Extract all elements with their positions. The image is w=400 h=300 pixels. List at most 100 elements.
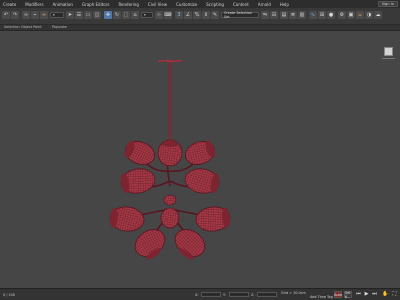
viewcube-compass[interactable]: [382, 55, 395, 59]
menu-civil-view[interactable]: Civil View: [148, 2, 167, 7]
shade-middle-right: [184, 168, 220, 194]
select-and-rotate-button[interactable]: ↻: [113, 11, 121, 19]
sign-in-label: Sign In: [381, 2, 394, 6]
select-and-place-icon: ⌂: [133, 11, 137, 18]
unlink-icon: ⌁: [33, 11, 37, 18]
set-key-label: Set K.: [345, 290, 351, 299]
menu-customize[interactable]: Customize: [176, 2, 197, 7]
render-iterative-icon: ◑: [366, 11, 372, 18]
select-and-scale-button[interactable]: ⬚: [122, 11, 130, 19]
ribbon-tab-selection[interactable]: Selection: [4, 25, 20, 29]
go-to-end-button[interactable]: ⏭: [371, 291, 378, 298]
pivot-button[interactable]: ⊹: [155, 11, 163, 19]
percent-snap-button[interactable]: %: [193, 11, 201, 19]
shade-lower-right: [195, 206, 231, 232]
align-button[interactable]: ⊟: [270, 11, 278, 19]
unlink-button[interactable]: ⌁: [31, 11, 39, 19]
ceiling-canopy: [158, 60, 182, 62]
maximize-viewport-button[interactable]: ⛶: [391, 291, 398, 298]
selection-set-label: Create Selection Set: [224, 11, 252, 19]
named-selection-sets-button[interactable]: ✎: [211, 11, 219, 19]
maximize-viewport-icon: ⛶: [392, 291, 397, 297]
menu-arnold[interactable]: Arnold: [258, 2, 271, 7]
go-to-end-icon: ⏭: [372, 291, 377, 297]
perspective-viewport[interactable]: [0, 31, 400, 288]
spinner-snap-button[interactable]: ⇕: [202, 11, 210, 19]
curve-editor-button[interactable]: ∿: [309, 11, 317, 19]
sign-in-button[interactable]: Sign In: [377, 1, 398, 7]
render-production-icon: ☕: [357, 11, 363, 18]
keyboard-shortcut-override-button[interactable]: ⌨: [164, 11, 172, 19]
window-crossing-button[interactable]: ◫: [93, 11, 101, 19]
menu-content[interactable]: Content: [233, 2, 249, 7]
material-editor-button[interactable]: ●: [327, 11, 335, 19]
select-and-move-button[interactable]: ✥: [104, 11, 112, 19]
coord-y-label: Y:: [223, 293, 226, 297]
rectangular-selection-button[interactable]: ▭: [84, 11, 92, 19]
select-by-name-icon: ☰: [76, 11, 82, 18]
coord-z-field[interactable]: [257, 292, 277, 297]
coord-y-field[interactable]: [229, 292, 249, 297]
select-by-name-button[interactable]: ☰: [75, 11, 83, 19]
menu-modifiers[interactable]: Modifiers: [25, 2, 43, 7]
mirror-button[interactable]: ⇋: [261, 11, 269, 19]
select-and-place-button[interactable]: ⌂: [131, 11, 139, 19]
rectangular-selection-icon: ▭: [85, 11, 91, 18]
window-crossing-icon: ◫: [94, 11, 100, 18]
schematic-view-button[interactable]: ⊞: [318, 11, 326, 19]
auto-key-button[interactable]: Auto: [334, 291, 342, 298]
add-time-tag[interactable]: Add Time Tag: [310, 295, 333, 299]
menu-rendering[interactable]: Rendering: [118, 2, 138, 7]
toggle-ribbon-button[interactable]: ▥: [298, 11, 306, 19]
render-production-button[interactable]: ☕: [356, 11, 364, 19]
render-iterative-button[interactable]: ◑: [365, 11, 373, 19]
select-object-button[interactable]: ➤: [66, 11, 74, 19]
render-in-cloud-button[interactable]: ☁: [374, 11, 382, 19]
angle-snap-button[interactable]: ∠: [184, 11, 192, 19]
coord-x-field[interactable]: [201, 292, 221, 297]
menu-bar: Create Modifiers Animation Graph Editors…: [0, 0, 400, 8]
toggle-scene-explorer-button[interactable]: ▤: [280, 11, 288, 19]
selection-filter-dropdown[interactable]: ▾: [50, 12, 64, 18]
menu-create[interactable]: Create: [3, 2, 16, 7]
menu-animation[interactable]: Animation: [53, 2, 73, 7]
go-to-start-button[interactable]: ⏮: [355, 291, 362, 298]
render-setup-button[interactable]: ⚙: [338, 11, 346, 19]
selection-set-dropdown[interactable]: Create Selection Set: [221, 11, 259, 19]
reference-coordinate-dropdown[interactable]: ▾: [141, 12, 153, 18]
set-key-button[interactable]: Set K.: [344, 290, 352, 299]
central-hub: [160, 194, 180, 229]
spinner-snap-icon: ⇕: [203, 11, 209, 18]
ribbon-tab-populate[interactable]: Populate: [52, 25, 67, 29]
menu-scripting[interactable]: Scripting: [206, 2, 224, 7]
rendered-frame-window-button[interactable]: ▣: [347, 11, 355, 19]
pan-view-button[interactable]: ✋: [382, 291, 389, 298]
pivot-icon: ⊹: [156, 11, 162, 18]
status-bar: 0 / 100 X: Y: Z: Grid = 10.0cm Add Time …: [0, 288, 400, 300]
select-and-move-icon: ✥: [105, 11, 111, 18]
toggle-ribbon-icon: ▥: [299, 11, 305, 18]
ribbon-tab-object-paint[interactable]: Object Paint: [21, 25, 42, 29]
toggle-layer-explorer-button[interactable]: ≣: [289, 11, 297, 19]
material-editor-icon: ●: [328, 11, 334, 18]
chandelier-model[interactable]: [109, 60, 231, 264]
select-object-icon: ➤: [67, 11, 73, 18]
scene-canvas: [109, 60, 231, 264]
undo-icon: ↶: [3, 11, 9, 18]
keyboard-shortcut-override-icon: ⌨: [164, 11, 172, 18]
link-button[interactable]: ∞: [22, 11, 30, 19]
menu-graph-editors[interactable]: Graph Editors: [82, 2, 109, 7]
shade-upper-left: [124, 140, 155, 165]
select-and-scale-icon: ⬚: [123, 11, 129, 18]
toggle-scene-explorer-icon: ▤: [281, 11, 287, 18]
angle-snap-icon: ∠: [185, 11, 191, 18]
shade-middle-left: [120, 168, 156, 194]
bind-space-warp-button[interactable]: ≈: [40, 11, 48, 19]
shade-upper-right: [185, 140, 216, 165]
snaps-toggle-button[interactable]: 3: [175, 11, 183, 19]
menu-help[interactable]: Help: [280, 2, 289, 7]
undo-button[interactable]: ↶: [2, 11, 10, 19]
redo-button[interactable]: ↷: [11, 11, 19, 19]
play-button[interactable]: ▶: [363, 291, 370, 298]
reference-coordinate-icon: ▾: [144, 13, 146, 17]
